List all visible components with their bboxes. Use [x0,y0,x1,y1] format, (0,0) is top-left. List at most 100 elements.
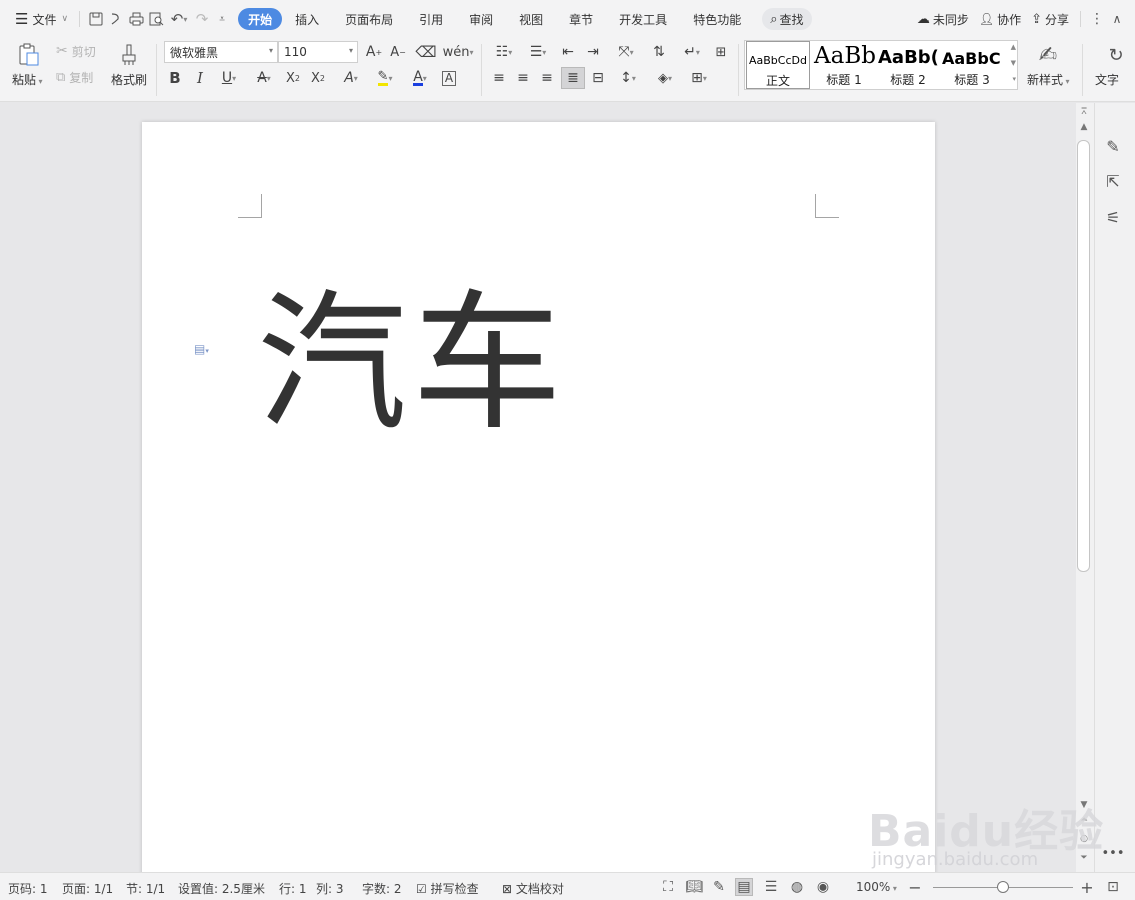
sort-icon[interactable]: ⇅ [649,42,669,62]
paragraph-handle-icon[interactable]: ▤▾ [194,342,209,356]
increase-font-size-icon[interactable]: A + [364,43,384,61]
show-hide-marks-icon[interactable]: ↵ ▾ [677,42,707,62]
increase-indent-icon[interactable]: ⇥ [583,42,603,62]
style-heading-2[interactable]: AaBb( 标题 2 [876,41,940,89]
style-normal[interactable]: AaBbCcDd 正文 [746,41,810,89]
align-center-icon[interactable]: ≡ [513,68,533,88]
scrollbar-thumb[interactable] [1077,140,1090,572]
fullscreen-icon[interactable]: ⛶ [659,878,677,896]
highlight-color-icon[interactable]: ✎ ▾ [370,68,400,88]
status-setting-value[interactable]: 设置值: 2.5厘米 [178,880,265,897]
doc-proofread-button[interactable]: ⊠ 文档校对 [502,880,564,897]
scroll-top-icon[interactable]: ⩞ [1077,107,1091,117]
tab-view[interactable]: 视图 [506,8,556,30]
chinese-layout-icon[interactable]: ⤧ ▾ [611,42,641,62]
export-pdf-icon[interactable] [106,7,126,31]
text-effect-icon[interactable]: A ▾ [336,68,366,88]
new-style-button[interactable]: ✍ [1032,40,1064,70]
align-right-icon[interactable]: ≡ [537,68,557,88]
select-pointer-icon[interactable]: ⇱ [1100,168,1126,194]
cut-button[interactable]: ✂ 剪切 [56,42,96,60]
document-page[interactable]: ▤▾ 汽车 [142,122,935,872]
styles-scroll-up-icon[interactable]: ▲ [1011,43,1016,51]
bullet-list-icon[interactable]: ☷ ▾ [489,42,519,62]
scroll-up-icon[interactable]: ▲ [1077,122,1091,132]
outline-view-icon[interactable]: ☰ [762,878,780,896]
clear-format-icon[interactable]: ⌫ [415,43,436,61]
character-border-icon[interactable]: A [439,68,459,88]
strikethrough-icon[interactable]: A ▾ [249,68,279,88]
tab-special-features[interactable]: 特色功能 [680,8,754,30]
customize-toolbar-icon[interactable]: ⩡ [212,7,232,31]
paste-label[interactable]: 粘贴 ▾ [12,71,43,88]
tab-references[interactable]: 引用 [406,8,456,30]
subscript-icon[interactable]: X2 [307,68,329,88]
zoom-in-icon[interactable]: + [1078,878,1096,897]
collapse-ribbon-icon[interactable]: ∧ [1107,7,1127,31]
save-icon[interactable] [86,7,106,31]
tab-insert[interactable]: 插入 [282,8,332,30]
print-icon[interactable] [126,7,146,31]
print-preview-icon[interactable] [146,7,166,31]
borders-icon[interactable]: ⊞ ▾ [684,68,714,88]
web-view-icon[interactable]: ◍ [788,878,806,896]
adjust-settings-icon[interactable]: ⚟ [1100,204,1126,230]
reading-mode-icon[interactable]: 📖︎ [685,878,703,896]
fit-page-icon[interactable]: ⊡ [1104,878,1122,896]
numbered-list-icon[interactable]: ☰ ▾ [523,42,553,62]
zoom-out-icon[interactable]: − [906,878,924,897]
redo-icon[interactable]: ↷ [192,7,212,31]
tab-review[interactable]: 审阅 [456,8,506,30]
tab-page-layout[interactable]: 页面布局 [332,8,406,30]
italic-icon[interactable]: I [191,68,209,88]
zoom-slider-thumb[interactable] [997,881,1009,893]
style-heading-3[interactable]: AaBbC 标题 3 [940,41,1004,89]
writing-mode-icon[interactable]: ✎ [710,878,728,896]
styles-expand-icon[interactable]: ▾ [1012,75,1016,83]
table-of-content-icon[interactable]: ⊞ [711,42,731,62]
font-size-select[interactable]: 110 ▾ [278,41,358,63]
bold-icon[interactable]: B [166,68,184,88]
pinyin-guide-icon[interactable]: wén ▾ [443,43,474,61]
justify-icon[interactable]: ≣ [561,67,585,89]
search-button[interactable]: ⌕ 查找 [762,8,812,30]
undo-icon[interactable]: ↶ ▾ [166,7,192,31]
line-spacing-icon[interactable]: ↕ ▾ [613,68,643,88]
format-painter-button[interactable] [115,40,143,70]
sync-status-button[interactable]: ☁ 未同步 [912,7,974,31]
paste-button[interactable] [10,40,48,70]
decrease-font-size-icon[interactable]: A − [388,43,408,61]
tab-chapter[interactable]: 章节 [556,8,606,30]
style-heading-1[interactable]: AaBb 标题 1 [812,41,876,89]
zoom-level-select[interactable]: 100% ▾ [856,880,897,894]
tab-developer[interactable]: 开发工具 [606,8,680,30]
font-color-icon[interactable]: A ▾ [405,68,435,88]
distribute-icon[interactable]: ⊟ [588,68,608,88]
eye-protection-icon[interactable]: ◉ [814,878,832,896]
status-column[interactable]: 列: 3 [316,880,344,897]
edit-pen-icon[interactable]: ✎ [1100,133,1126,159]
share-button[interactable]: ⇪ 分享 [1026,7,1074,31]
file-menu[interactable]: ☰ 文件 ∨ [10,7,73,31]
more-options-icon[interactable]: ⋮ [1087,7,1107,31]
status-row[interactable]: 行: 1 [279,880,307,897]
decrease-indent-icon[interactable]: ⇤ [558,42,578,62]
underline-icon[interactable]: U ▾ [214,68,244,88]
align-left-icon[interactable]: ≡ [489,68,509,88]
document-text[interactable]: 汽车 [257,277,567,452]
shading-icon[interactable]: ◈ ▾ [650,68,680,88]
superscript-icon[interactable]: X2 [282,68,304,88]
page-view-icon[interactable]: ▤ [735,878,753,896]
collaborate-button[interactable]: 👤︎ 协作 [974,7,1026,31]
status-section[interactable]: 节: 1/1 [126,880,165,897]
status-page-number[interactable]: 页码: 1 [8,880,48,897]
styles-scroll-down-icon[interactable]: ▼ [1011,59,1016,67]
text-tool-button[interactable]: ↻ [1104,40,1128,70]
status-word-count[interactable]: 字数: 2 [362,880,402,897]
spell-check-button[interactable]: ☑ 拼写检查 [416,880,479,897]
tab-home[interactable]: 开始 [238,8,283,30]
new-style-label[interactable]: 新样式 ▾ [1027,71,1070,88]
font-name-select[interactable]: 微软雅黑 ▾ [164,41,278,63]
status-pages[interactable]: 页面: 1/1 [62,880,113,897]
copy-button[interactable]: ⧉ 复制 [56,68,93,86]
